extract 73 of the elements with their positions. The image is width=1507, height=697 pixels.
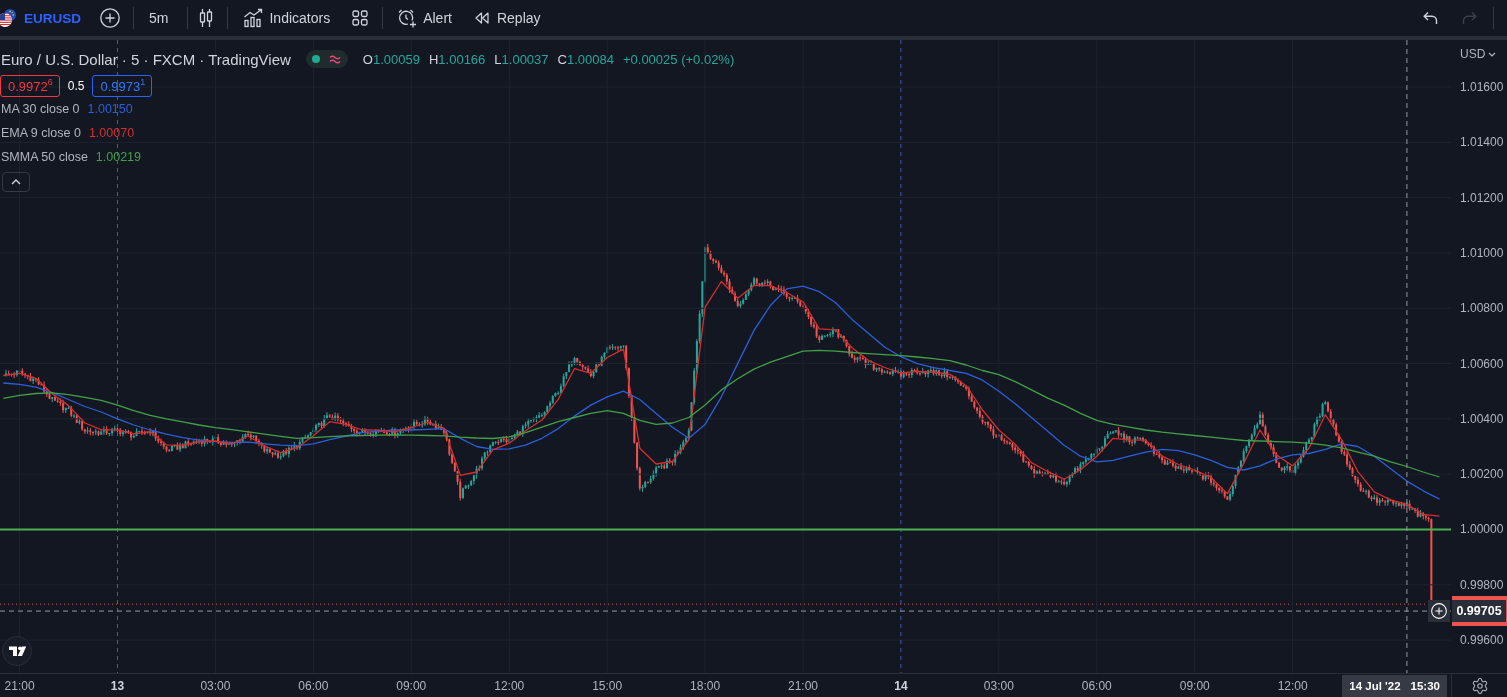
symbol-title: Euro / U.S. Dollar · 5 · FXCM · TradingView [0, 50, 291, 68]
price-tick-label: 1.00200 [1460, 467, 1504, 482]
logo-icon[interactable] [2, 636, 32, 666]
price-tick-label: 0.99800 [1460, 577, 1504, 592]
bid-button[interactable]: 0.9972$^{6}$ [0, 75, 60, 97]
indicator-value: 1.00150 [87, 102, 133, 116]
ohlc-value: 1.00059 [372, 51, 420, 67]
price-tick-label: 1.00600 [1460, 356, 1504, 371]
price-tick-label: 1.00400 [1460, 411, 1504, 426]
indicator-value: 1.00070 [88, 126, 135, 140]
collapse-button[interactable] [2, 172, 30, 192]
time-tick-label: 03:00 [200, 678, 231, 693]
currency-button[interactable]: USD [1460, 47, 1497, 61]
ohlc-value: 1.00084 [566, 51, 614, 67]
time-tick-label: 15:00 [592, 678, 623, 693]
price-tick-label: 1.00800 [1460, 301, 1504, 316]
price-tick-label: 1.01600 [1460, 80, 1504, 95]
time-tick-label: 12:00 [1277, 678, 1308, 693]
ohlc-label: O [362, 51, 373, 67]
time-tick-label: 09:00 [1179, 678, 1210, 693]
spread-value: 0.5 [67, 79, 85, 93]
alert-button[interactable]: Alert [387, 2, 465, 34]
time-tick-label: 09:00 [396, 678, 427, 693]
status-dot-icon [312, 55, 321, 63]
plus-circle-icon [1431, 603, 1447, 620]
market-status-badge[interactable] [305, 50, 348, 68]
plus-circle-icon [100, 8, 120, 28]
chart-icon [243, 8, 264, 28]
price-tick-label: 1.01000 [1460, 246, 1504, 260]
flag-icon [0, 9, 16, 27]
ohlc-label: L [494, 51, 502, 67]
price-axis[interactable]: USD 0.99600 0.99800 1.00000 1.00200 1.00400 1.00600 1.00800 1.01000 1.01200 1.01400 1.01600 0.99705 [1451, 40, 1507, 673]
chevron-down-icon [1488, 51, 1497, 57]
time-axis[interactable]: 21:00 13 03:00 06:00 09:00 12:00 15:00 18:00 21:00 14 03:00 06:00 09:00 12:00 14 Jul '22 15:30 [0, 674, 1451, 697]
rewind-icon [474, 12, 489, 24]
alarm-clock-icon [397, 8, 418, 28]
crosshair-time: 15:30 [1410, 680, 1440, 692]
interval-button[interactable]: 5m [138, 2, 184, 34]
time-tick-label: 21:00 [4, 678, 35, 693]
chevron-up-icon [11, 179, 21, 185]
time-tick-label: 06:00 [1081, 678, 1112, 693]
ask-button[interactable]: 0.9973$^{1}$ [92, 75, 153, 97]
indicator-label: SMMA 50 close [0, 150, 88, 164]
ohlc-label: C [557, 51, 567, 67]
indicator-label: MA 30 close 0 [0, 102, 80, 116]
price-tick-label: 1.00000 [1460, 522, 1504, 537]
time-tick-label: 13 [110, 678, 125, 693]
candlestick-icon [198, 8, 215, 28]
crosshair-price-label: 0.99705 [1452, 600, 1506, 623]
ohlc-label: H [428, 51, 439, 67]
indicator-value: 1.00219 [95, 150, 142, 164]
time-tick-label: 21:00 [788, 678, 818, 693]
time-tick-label: 14 [894, 678, 908, 693]
price-tick-label: 1.01200 [1460, 190, 1504, 205]
ohlc-value: 1.00037 [501, 51, 549, 67]
wave-icon [329, 54, 342, 64]
price-tick-label: 0.99600 [1460, 633, 1504, 648]
time-tick-label: 12:00 [494, 678, 525, 693]
settings-icon[interactable] [1470, 676, 1489, 695]
horizontal-line[interactable] [0, 528, 1451, 531]
price-change: +0.00025 (+0.02%) [622, 51, 735, 67]
add-button[interactable] [1428, 600, 1450, 623]
ohlc-value: 1.00166 [438, 51, 486, 67]
symbol-button[interactable]: EURUSD [0, 2, 91, 34]
time-tick-label: 03:00 [983, 678, 1014, 693]
indicators-button[interactable]: Indicators [232, 2, 341, 34]
crosshair-date: 14 Jul '22 [1349, 680, 1401, 692]
price-tick-label: 1.01400 [1460, 135, 1504, 150]
indicator-label: EMA 9 close 0 [0, 126, 81, 140]
grid-icon [352, 10, 369, 26]
time-tick-label: 18:00 [690, 678, 721, 693]
replay-button[interactable]: Replay [464, 2, 549, 34]
time-tick-label: 06:00 [298, 678, 329, 693]
